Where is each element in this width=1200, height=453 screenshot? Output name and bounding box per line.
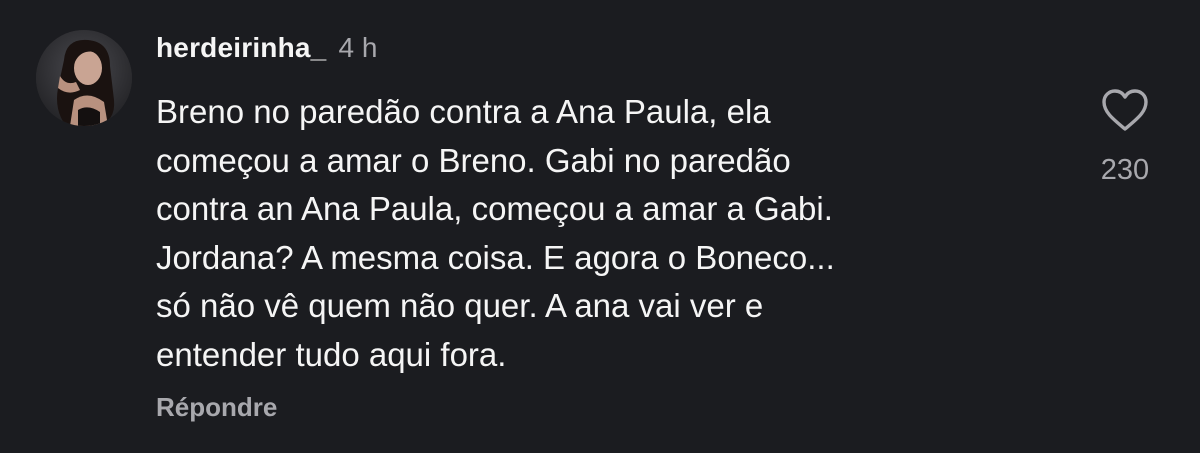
- comment-line: começou a amar o Breno. Gabi no paredão: [156, 141, 791, 179]
- timestamp: 4 h: [338, 32, 378, 63]
- avatar-image: [36, 30, 132, 126]
- username[interactable]: herdeirinha_: [156, 32, 326, 64]
- comment-header: herdeirinha_ 4 h: [156, 32, 377, 72]
- like-area: 230: [1080, 88, 1170, 187]
- comment-line: só não vê quem não quer. A ana vai ver e: [156, 287, 764, 324]
- like-count: 230: [1100, 154, 1150, 186]
- comment-line: entender tudo aqui fora.: [156, 335, 507, 373]
- comment-line: contra an Ana Paula, começou a amar a Ga…: [156, 190, 833, 227]
- heart-outline-icon[interactable]: [1101, 88, 1149, 132]
- comment: herdeirinha_ 4 h Breno no paredão contra…: [0, 0, 1200, 453]
- comment-line: Jordana? A mesma coisa. E agora o Boneco…: [156, 238, 835, 276]
- comment-line: Breno no paredão contra a Ana Paula, ela: [156, 93, 771, 130]
- avatar[interactable]: [36, 30, 132, 126]
- reply-button[interactable]: Répondre: [156, 392, 277, 423]
- comment-text: Breno no paredão contra a Ana Paula, ela…: [156, 88, 1056, 379]
